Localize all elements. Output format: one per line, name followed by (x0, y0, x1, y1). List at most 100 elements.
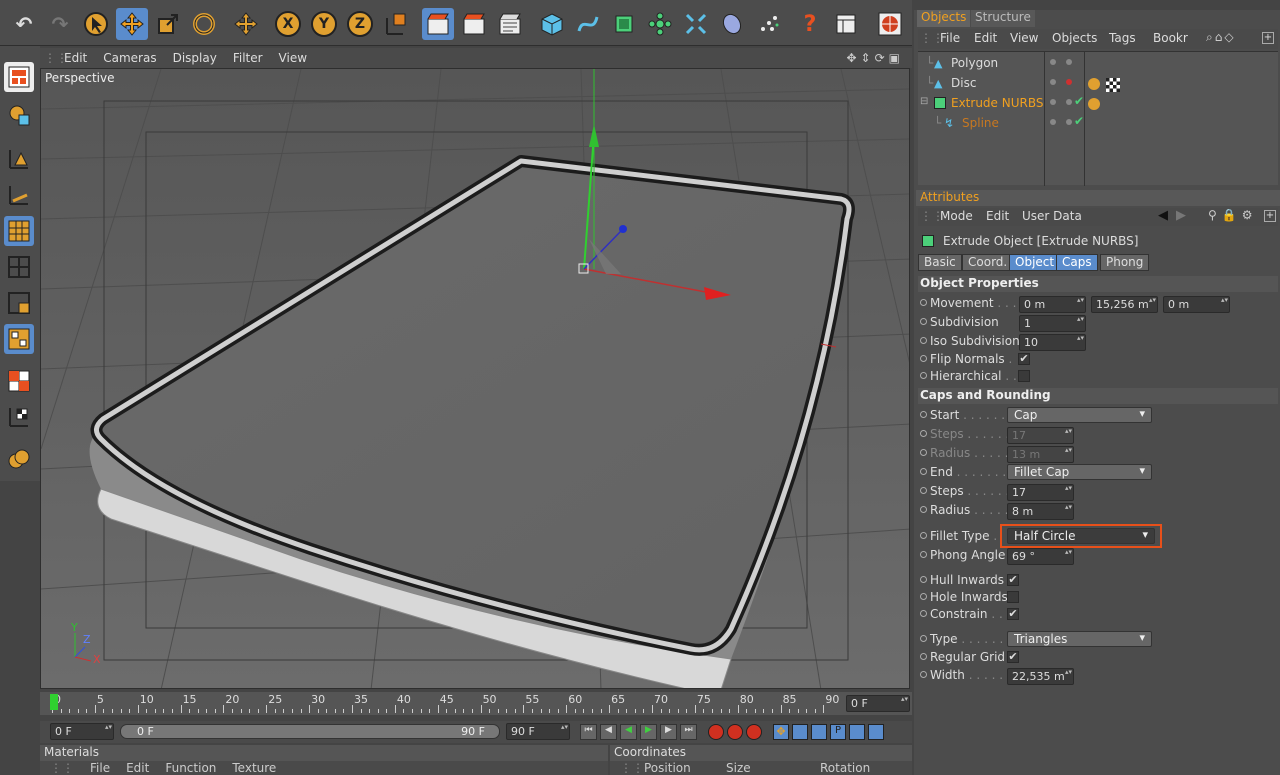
viewport-menu-filter[interactable]: Filter (225, 51, 271, 65)
render-picture-viewer-icon[interactable] (458, 8, 490, 40)
polygons-mode-icon[interactable] (4, 216, 34, 246)
movement-y-field[interactable]: 15,256 m (1091, 296, 1158, 313)
texture-mode-icon[interactable] (4, 324, 34, 354)
objects-menu-file[interactable]: File (940, 31, 960, 45)
list-item[interactable]: ⊟ Extrude NURBS ✔ (918, 94, 1278, 114)
tab-coord[interactable]: Coord. (962, 254, 1014, 271)
render-view-icon[interactable] (422, 8, 454, 40)
tab-object[interactable]: Object (1009, 254, 1061, 271)
objects-menu-edit[interactable]: Edit (974, 31, 997, 45)
materials-menu-texture[interactable]: Texture (232, 761, 276, 775)
play-forward-icon[interactable]: ▶ (640, 724, 657, 740)
web-icon[interactable] (874, 8, 906, 40)
paint-mode-icon[interactable] (4, 100, 34, 130)
materials-menu-file[interactable]: File (90, 761, 110, 775)
tab-basic[interactable]: Basic (918, 254, 962, 271)
deformer-icon[interactable] (680, 8, 712, 40)
attr-menu-edit[interactable]: Edit (986, 209, 1009, 223)
visibility-dot[interactable] (1050, 119, 1056, 125)
start-dropdown[interactable]: Cap (1007, 407, 1152, 423)
camera-icon[interactable] (752, 8, 784, 40)
phong-tag-icon[interactable] (1088, 78, 1100, 90)
spline-pen-icon[interactable] (572, 8, 604, 40)
select-cursor-icon[interactable] (80, 8, 112, 40)
start-frame-field[interactable]: 0 F (50, 723, 114, 740)
coordinate-system-icon[interactable] (380, 8, 412, 40)
render-dot[interactable] (1066, 79, 1072, 85)
materials-menu-function[interactable]: Function (165, 761, 216, 775)
layout-switch-icon[interactable] (4, 62, 34, 92)
x-axis-icon[interactable]: X (272, 8, 304, 40)
phong-angle-field[interactable]: 69 ° (1007, 548, 1074, 565)
width-field[interactable]: 22,535 m (1007, 668, 1074, 685)
tab-caps[interactable]: Caps (1056, 254, 1098, 271)
render-dot[interactable] (1066, 59, 1072, 65)
render-dot[interactable] (1066, 99, 1072, 105)
scene-icon[interactable] (716, 8, 748, 40)
object-mode-icon[interactable] (4, 288, 34, 318)
enabled-check-icon[interactable]: ✔ (1074, 114, 1084, 128)
back-arrow-icon[interactable]: ◀ (1158, 208, 1168, 223)
key-position-icon[interactable]: ✥ (773, 724, 789, 740)
viewport-nav-icons[interactable]: ✥⇕⟳▣ (846, 51, 904, 65)
type-dropdown[interactable]: Triangles (1007, 631, 1152, 647)
undo-icon[interactable]: ↶ (8, 8, 40, 40)
timeline-ruler[interactable]: 051015202530354045505560657075808590 0 F (40, 692, 912, 715)
forward-arrow-icon[interactable]: ▶ (1176, 208, 1186, 223)
preview-range-slider[interactable]: 0 F 90 F (120, 724, 500, 739)
movement-x-field[interactable]: 0 m (1019, 296, 1086, 313)
go-to-end-icon[interactable]: ⏭ (680, 724, 697, 740)
objects-menu-bookmarks[interactable]: Bookr (1153, 31, 1188, 45)
layout-icon[interactable] (830, 8, 862, 40)
enabled-check-icon[interactable]: ✔ (1074, 94, 1084, 108)
nurbs-icon[interactable] (608, 8, 640, 40)
visibility-dot[interactable] (1050, 59, 1056, 65)
hole-inwards-checkbox[interactable] (1007, 591, 1019, 603)
rotate-icon[interactable] (188, 8, 220, 40)
movement-z-field[interactable]: 0 m (1163, 296, 1230, 313)
record-keyframe-icon[interactable] (708, 724, 724, 740)
tab-phong[interactable]: Phong (1100, 254, 1150, 271)
current-frame-field[interactable]: 0 F (846, 695, 910, 712)
materials-menu-edit[interactable]: Edit (126, 761, 149, 775)
move-icon[interactable] (116, 8, 148, 40)
hierarchical-checkbox[interactable] (1018, 370, 1030, 382)
scale-icon[interactable] (152, 8, 184, 40)
attr-menu-mode[interactable]: Mode (940, 209, 973, 223)
iso-subdivision-field[interactable]: 10 (1019, 334, 1086, 351)
end-frame-field[interactable]: 90 F (506, 723, 570, 740)
phong-tag-icon[interactable] (1088, 98, 1100, 110)
objects-menu-objects[interactable]: Objects (1052, 31, 1097, 45)
visibility-dot[interactable] (1050, 99, 1056, 105)
collapse-icon[interactable]: ⊟ (920, 96, 928, 107)
constrain-checkbox[interactable]: ✔ (1007, 608, 1019, 620)
tab-structure[interactable]: Structure (971, 10, 1035, 27)
edges-mode-icon[interactable] (4, 180, 34, 210)
move-add-icon[interactable] (230, 8, 262, 40)
timeline-layout-icon[interactable] (868, 724, 884, 740)
hull-inwards-checkbox[interactable]: ✔ (1007, 574, 1019, 586)
help-icon[interactable]: ? (794, 8, 826, 40)
sculpt-icon[interactable] (4, 444, 34, 474)
redo-icon[interactable]: ↷ (44, 8, 76, 40)
key-scale-icon[interactable] (792, 724, 808, 740)
model-mode-icon[interactable] (4, 252, 34, 282)
step-back-icon[interactable]: ◀ (600, 724, 617, 740)
radius-end-field[interactable]: 8 m (1007, 503, 1074, 520)
axis-mode-icon[interactable] (4, 402, 34, 432)
steps-end-field[interactable]: 17 (1007, 484, 1074, 501)
auto-key-icon[interactable] (727, 724, 743, 740)
play-backward-icon[interactable]: ◀ (620, 724, 637, 740)
visibility-dot[interactable] (1050, 79, 1056, 85)
attr-menu-user-data[interactable]: User Data (1022, 209, 1082, 223)
flip-normals-checkbox[interactable]: ✔ (1018, 353, 1030, 365)
workplane-icon[interactable] (4, 366, 34, 396)
render-dot[interactable] (1066, 119, 1072, 125)
objects-search-icon[interactable]: ⌕⌂◇ (1206, 30, 1236, 45)
regular-grid-checkbox[interactable]: ✔ (1007, 651, 1019, 663)
key-pla-icon[interactable] (849, 724, 865, 740)
go-to-start-icon[interactable]: ⏮ (580, 724, 597, 740)
list-item[interactable]: └ ▲ Disc (918, 74, 1278, 94)
z-axis-icon[interactable]: Z (344, 8, 376, 40)
keyframe-selection-icon[interactable] (746, 724, 762, 740)
